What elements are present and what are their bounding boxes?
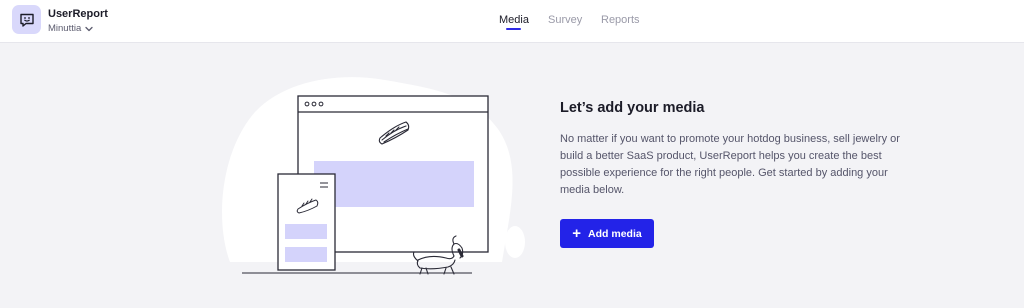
app-logo[interactable] <box>12 5 41 34</box>
chevron-down-icon <box>85 26 93 31</box>
org-switcher[interactable]: Minuttia <box>48 23 93 34</box>
org-name: Minuttia <box>48 23 82 34</box>
app-name: UserReport <box>48 8 108 20</box>
tab-reports[interactable]: Reports <box>601 14 640 26</box>
chat-smile-icon <box>19 13 34 27</box>
mobile-phone-drawing <box>277 173 336 271</box>
add-media-button[interactable]: + Add media <box>560 219 654 248</box>
active-tab-indicator <box>506 28 521 30</box>
empty-state-title: Let’s add your media <box>560 100 705 116</box>
tab-survey[interactable]: Survey <box>548 14 582 26</box>
empty-state-description: No matter if you want to promote your ho… <box>560 133 900 196</box>
tab-media[interactable]: Media <box>499 14 529 26</box>
empty-state: Let’s add your media No matter if you wa… <box>560 100 920 248</box>
top-bar: UserReport Minuttia Media Survey Reports <box>0 0 1024 43</box>
plus-icon: + <box>572 224 582 242</box>
main-tabs: Media Survey Reports <box>0 0 1024 43</box>
browser-mobile-dog-illustration <box>222 77 525 275</box>
add-media-label: Add media <box>588 227 642 240</box>
